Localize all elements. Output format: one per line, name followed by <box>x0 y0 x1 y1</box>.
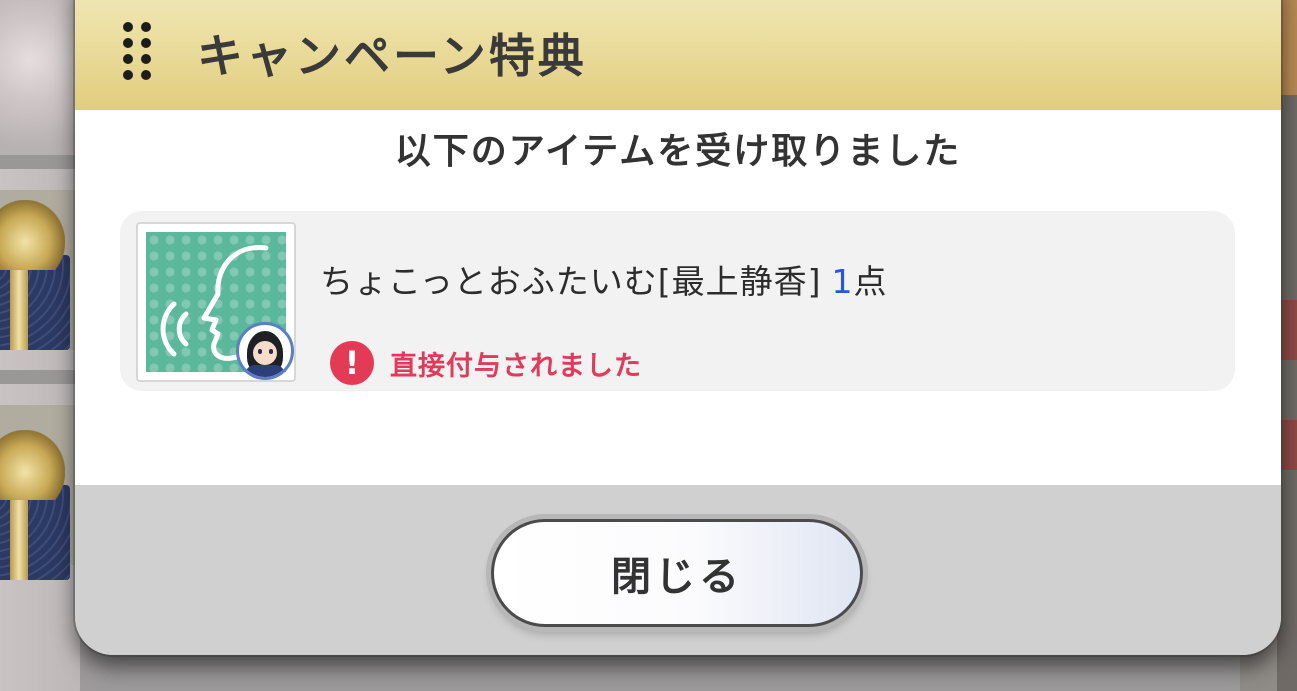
character-avatar <box>236 322 294 380</box>
item-name: ちょこっとおふたいむ[最上静香] <box>320 262 822 301</box>
dialog-header: キャンペーン特典 <box>75 0 1281 110</box>
dialog-footer: 閉じる <box>75 485 1281 655</box>
dialog-title: キャンペーン特典 <box>197 29 587 83</box>
received-message: 以下のアイテムを受け取りました <box>394 131 962 172</box>
alert-icon: ! <box>330 341 374 385</box>
notice-text: 直接付与されました <box>390 350 642 382</box>
close-button[interactable]: 閉じる <box>491 519 863 627</box>
reward-item-card: ちょこっとおふたいむ[最上静香] 1点 ! 直接付与されました <box>120 211 1235 391</box>
gift-box-icon <box>0 200 80 350</box>
item-thumbnail <box>136 222 296 382</box>
dialog-body: 以下のアイテムを受け取りました ちょこっとおふたいむ[最上静香] 1点 ! 直接… <box>75 110 1281 485</box>
campaign-reward-dialog: キャンペーン特典 以下のアイテムを受け取りました ちょこっとおふたいむ[最上静香… <box>75 0 1281 655</box>
gift-box-icon <box>0 430 80 580</box>
item-name-line: ちょこっとおふたいむ[最上静香] 1点 <box>320 255 887 303</box>
item-unit: 点 <box>853 262 888 301</box>
direct-grant-notice: ! 直接付与されました <box>330 341 642 385</box>
drag-handle-icon <box>123 22 153 84</box>
item-quantity: 1 <box>831 262 854 301</box>
